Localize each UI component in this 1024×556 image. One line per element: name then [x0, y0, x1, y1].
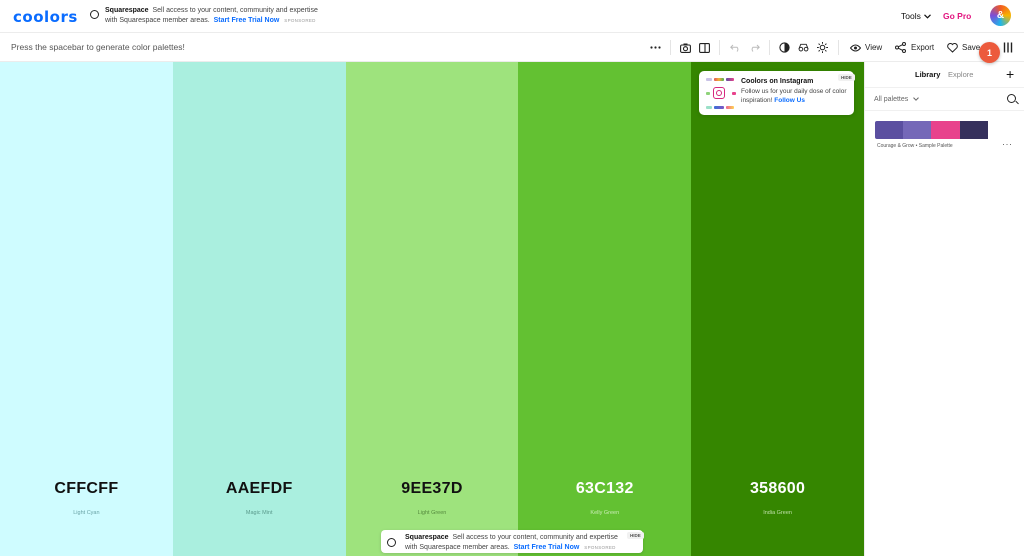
squarespace-icon: [387, 538, 396, 547]
swatch-color: [875, 121, 904, 139]
tools-label: Tools: [901, 11, 921, 21]
bottom-sponsored-ad[interactable]: Squarespace Sell access to your content,…: [381, 530, 644, 553]
top-bar: coolors Squarespace Sell access to your …: [0, 0, 1024, 33]
squarespace-icon: [90, 10, 99, 19]
color-column[interactable]: AAEFDF Magic Mint: [172, 62, 346, 556]
color-column[interactable]: 358600 India Green: [691, 62, 864, 556]
camera-icon[interactable]: [680, 42, 691, 53]
redo-icon[interactable]: [749, 42, 760, 53]
ad-sponsored-label: SPONSORED: [584, 544, 616, 550]
ad-sponsored-label: SPONSORED: [284, 17, 316, 23]
instagram-body: Follow us for your daily dose of color i…: [741, 87, 851, 105]
color-name: India Green: [763, 510, 792, 516]
palette-filter-bar: All palettes: [865, 87, 1024, 111]
hide-instagram-button[interactable]: HIDE: [838, 74, 855, 81]
color-hex[interactable]: 63C132: [518, 480, 691, 498]
color-hex[interactable]: 358600: [691, 480, 864, 498]
tab-explore[interactable]: Explore: [948, 70, 973, 79]
search-icon[interactable]: [1007, 94, 1016, 103]
heart-icon[interactable]: [947, 42, 958, 53]
instagram-promo-card[interactable]: Coolors on Instagram Follow us for your …: [699, 71, 855, 115]
color-hex[interactable]: 9EE37D: [346, 480, 519, 498]
toolbar-divider: [838, 40, 839, 55]
ad-brand: Squarespace: [105, 7, 149, 14]
instagram-title: Coolors on Instagram: [741, 78, 814, 85]
color-column[interactable]: 9EE37D Light Green: [345, 62, 519, 556]
avatar[interactable]: &: [990, 5, 1011, 26]
add-palette-icon[interactable]: +: [1006, 66, 1014, 82]
color-column[interactable]: 63C132 Kelly Green: [518, 62, 692, 556]
palette-toolbar: Press the spacebar to generate color pal…: [0, 33, 1024, 62]
top-ad-text: Squarespace Sell access to your content,…: [105, 6, 318, 25]
spacebar-hint: Press the spacebar to generate color pal…: [11, 42, 185, 52]
split-view-icon[interactable]: [699, 42, 710, 53]
save-button[interactable]: Save: [962, 43, 980, 52]
palette-columns: CFFCFF Light Cyan AAEFDF Magic Mint 9EE3…: [0, 62, 864, 556]
view-button[interactable]: View: [865, 43, 882, 52]
eye-icon[interactable]: [850, 42, 861, 53]
undo-icon[interactable]: [730, 42, 741, 53]
ad-line2: with Squarespace member areas.: [405, 543, 510, 551]
palette-more-icon[interactable]: ···: [1002, 139, 1013, 149]
chevron-down-icon: [923, 13, 931, 19]
library-sidebar: Library Explore + All palettes Courage &…: [864, 62, 1024, 556]
color-name: Kelly Green: [590, 510, 620, 516]
notification-badge[interactable]: 1: [979, 42, 1000, 63]
glasses-icon[interactable]: [798, 42, 809, 53]
go-pro-link[interactable]: Go Pro: [943, 11, 971, 21]
more-options-icon[interactable]: [650, 42, 661, 53]
ad-cta-link[interactable]: Start Free Trial Now: [214, 17, 280, 24]
ad-brand: Squarespace: [405, 534, 449, 541]
hide-ad-button[interactable]: HIDE: [627, 532, 644, 539]
contrast-icon[interactable]: [779, 42, 790, 53]
color-name: Magic Mint: [245, 510, 273, 516]
tab-library[interactable]: Library: [915, 70, 940, 79]
share-icon[interactable]: [895, 42, 906, 53]
tools-menu-button[interactable]: Tools: [901, 11, 931, 21]
export-button[interactable]: Export: [911, 43, 934, 52]
follow-us-link[interactable]: Follow Us: [774, 97, 805, 104]
color-column[interactable]: CFFCFF Light Cyan: [0, 62, 173, 556]
brightness-icon[interactable]: [817, 42, 828, 53]
color-name: Light Cyan: [73, 510, 100, 516]
swatch-color: [959, 121, 988, 139]
saved-palette-swatch[interactable]: [875, 121, 1016, 139]
avatar-initial: &: [996, 10, 1005, 21]
bottom-ad-text: Squarespace Sell access to your content,…: [405, 533, 618, 552]
toolbar-divider: [670, 40, 671, 55]
columns-menu-icon[interactable]: [1002, 42, 1013, 53]
color-hex[interactable]: AAEFDF: [173, 480, 346, 498]
ad-line1: Sell access to your content, community a…: [452, 534, 618, 541]
ad-line2: with Squarespace member areas.: [105, 16, 210, 24]
chevron-down-icon: [913, 97, 920, 101]
ad-line1: Sell access to your content, community a…: [152, 7, 318, 14]
filter-label: All palettes: [874, 96, 909, 103]
toolbar-divider: [769, 40, 770, 55]
sidebar-tabs: Library Explore +: [865, 62, 1024, 87]
swatch-color: [931, 121, 960, 139]
top-sponsored-ad[interactable]: Squarespace Sell access to your content,…: [90, 6, 318, 25]
saved-palette-name: Courage & Grow • Sample Palette: [877, 143, 953, 149]
ad-cta-link[interactable]: Start Free Trial Now: [514, 544, 580, 551]
color-hex[interactable]: CFFCFF: [0, 480, 173, 498]
swatch-color: [903, 121, 932, 139]
all-palettes-dropdown[interactable]: All palettes: [874, 96, 920, 103]
swatch-color: [987, 121, 1016, 139]
coolors-logo[interactable]: coolors: [13, 8, 78, 26]
instagram-icon: [713, 87, 725, 99]
color-name: Light Green: [417, 510, 447, 516]
toolbar-divider: [719, 40, 720, 55]
